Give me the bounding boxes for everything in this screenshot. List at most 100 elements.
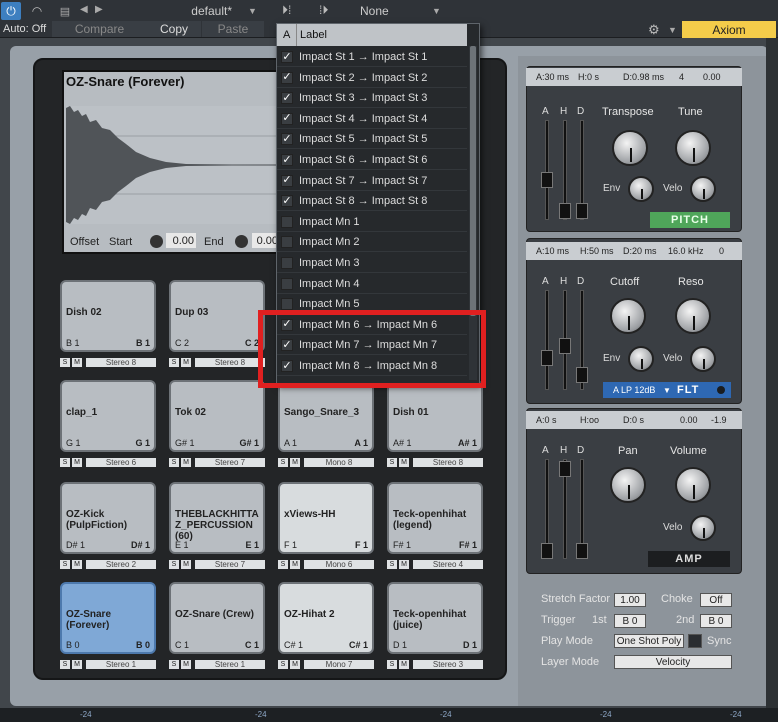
routing-select[interactable]: None [360,2,438,20]
filter-type-select[interactable]: A LP 12dB ▼ FLT [603,382,731,398]
cutoff-knob[interactable] [610,298,646,334]
pad[interactable]: Dish 02 B 1 B 1 [60,280,156,352]
pad-solo-button[interactable]: S [60,458,70,467]
pad[interactable]: clap_1 G 1 G 1 [60,380,156,452]
start-value-field[interactable]: 0.00 [166,233,196,248]
pad-solo-button[interactable]: S [387,560,397,569]
filter-attack-fader[interactable] [541,350,553,366]
dropdown-item[interactable]: Impact Mn 2 [277,232,467,253]
pad-solo-button[interactable]: S [169,358,179,367]
pad-solo-button[interactable]: S [278,560,288,569]
trigger-first-field[interactable]: B 0 [614,614,646,628]
chevron-down-icon[interactable]: ▼ [432,6,441,16]
filter-velo-knob[interactable] [690,346,716,372]
dropdown-item[interactable]: Impact Mn 4 [277,274,467,294]
amp-button[interactable]: AMP [648,551,730,567]
dropdown-item[interactable]: Impact Mn 3 [277,253,467,273]
checkbox[interactable]: ✓ [281,92,293,105]
pad-solo-button[interactable]: S [169,560,179,569]
dropdown-item[interactable]: ✓ Impact St 6 → Impact St 6 [277,150,467,170]
pitch-button[interactable]: PITCH [650,212,730,228]
pad-output-channel[interactable]: Stereo 4 [413,560,483,569]
pad-mute-button[interactable]: M [181,458,191,467]
checkbox[interactable]: ✓ [281,195,293,208]
paste-button[interactable]: Paste [202,21,264,37]
pad-output-channel[interactable]: Stereo 1 [195,660,265,669]
transpose-knob[interactable] [612,130,648,166]
volume-knob[interactable] [675,467,711,503]
trigger-second-field[interactable]: B 0 [700,614,732,628]
amp-velo-knob[interactable] [690,515,716,541]
pad-mute-button[interactable]: M [181,560,191,569]
output-routing-button[interactable]: ⁞⏵ [319,3,328,18]
pad-mute-button[interactable]: M [290,560,300,569]
dropdown-item[interactable]: Impact Mn 1 [277,212,467,232]
pad-output-channel[interactable]: Mono 7 [304,660,374,669]
scrollbar-thumb[interactable] [470,46,476,316]
checkbox[interactable]: ✓ [281,51,293,63]
pitch-hold-fader[interactable] [559,203,571,219]
choke-field[interactable]: Off [700,593,732,607]
pad-output-channel[interactable]: Stereo 7 [195,458,265,467]
tune-knob[interactable] [675,130,711,166]
checkbox[interactable]: ✓ [281,133,293,146]
checkbox[interactable]: ✓ [281,71,293,84]
next-preset-button[interactable]: ▶ [95,4,103,15]
chevron-down-icon[interactable]: ▼ [248,6,257,16]
pad[interactable]: Teck-openhihat (legend) F# 1 F# 1 [387,482,483,554]
pad[interactable]: OZ-Snare (Forever) B 0 B 0 [60,582,156,654]
pitch-velo-knob[interactable] [690,176,716,202]
pad-solo-button[interactable]: S [169,458,179,467]
end-value-field[interactable]: 0.00 [252,233,278,248]
power-button[interactable]: ⏻ [1,2,21,20]
pad[interactable]: Dup 03 C 2 C 2 [169,280,265,352]
pad[interactable]: OZ-Snare (Crew) C 1 C 1 [169,582,265,654]
dropdown-item[interactable]: ✓ Impact St 8 → Impact St 8 [277,191,467,212]
pad-mute-button[interactable]: M [72,458,82,467]
previous-preset-button[interactable]: ◀ [80,4,88,15]
waveform[interactable] [66,106,276,224]
reso-knob[interactable] [675,298,711,334]
pad-solo-button[interactable]: S [278,458,288,467]
pad-solo-button[interactable]: S [387,660,397,669]
pad[interactable]: Tok 02 G# 1 G# 1 [169,380,265,452]
checkbox[interactable]: ✓ [281,112,293,125]
pad-solo-button[interactable]: S [60,358,70,367]
checkbox[interactable] [281,298,293,311]
play-mode-select[interactable]: One Shot Poly [614,634,684,648]
column-label-header[interactable]: Label [300,29,327,41]
layer-mode-select[interactable]: Velocity [614,655,732,669]
pad[interactable]: OZ-Hihat 2 C# 1 C# 1 [278,582,374,654]
copy-button[interactable]: Copy [147,21,201,37]
pad-output-channel[interactable]: Stereo 8 [413,458,483,467]
column-a-header[interactable]: A [283,29,290,41]
automation-button[interactable]: ◠ [27,2,47,20]
dropdown-item[interactable]: ✓ Impact St 3 → Impact St 3 [277,88,467,109]
pitch-attack-fader[interactable] [541,172,553,188]
checkbox[interactable] [281,236,293,249]
pad-mute-button[interactable]: M [290,660,300,669]
amp-attack-fader[interactable] [541,543,553,559]
pad-output-channel[interactable]: Stereo 8 [86,358,156,367]
amp-decay-fader[interactable] [576,543,588,559]
pad-output-channel[interactable]: Stereo 8 [195,358,265,367]
dropdown-item[interactable]: ✓ Impact St 2 → Impact St 2 [277,68,467,88]
compare-button[interactable]: Compare [52,21,147,37]
chevron-down-icon[interactable]: ▼ [668,25,677,35]
filter-decay-fader[interactable] [576,367,588,383]
pad-solo-button[interactable]: S [60,560,70,569]
pad-mute-button[interactable]: M [399,660,409,669]
preset-menu-button[interactable]: ▤ [58,3,72,19]
stretch-factor-field[interactable]: 1.00 [614,593,646,607]
pad[interactable]: xViews-HH F 1 F 1 [278,482,374,554]
pitch-env-knob[interactable] [628,176,654,202]
pad-mute-button[interactable]: M [181,358,191,367]
pad-solo-button[interactable]: S [278,660,288,669]
pad-mute-button[interactable]: M [290,458,300,467]
checkbox[interactable] [281,277,293,290]
pad-output-channel[interactable]: Stereo 7 [195,560,265,569]
sync-checkbox[interactable] [688,634,702,648]
pad-mute-button[interactable]: M [399,458,409,467]
checkbox[interactable]: ✓ [281,174,293,187]
dropdown-item[interactable]: ✓ Impact St 4 → Impact St 4 [277,109,467,129]
